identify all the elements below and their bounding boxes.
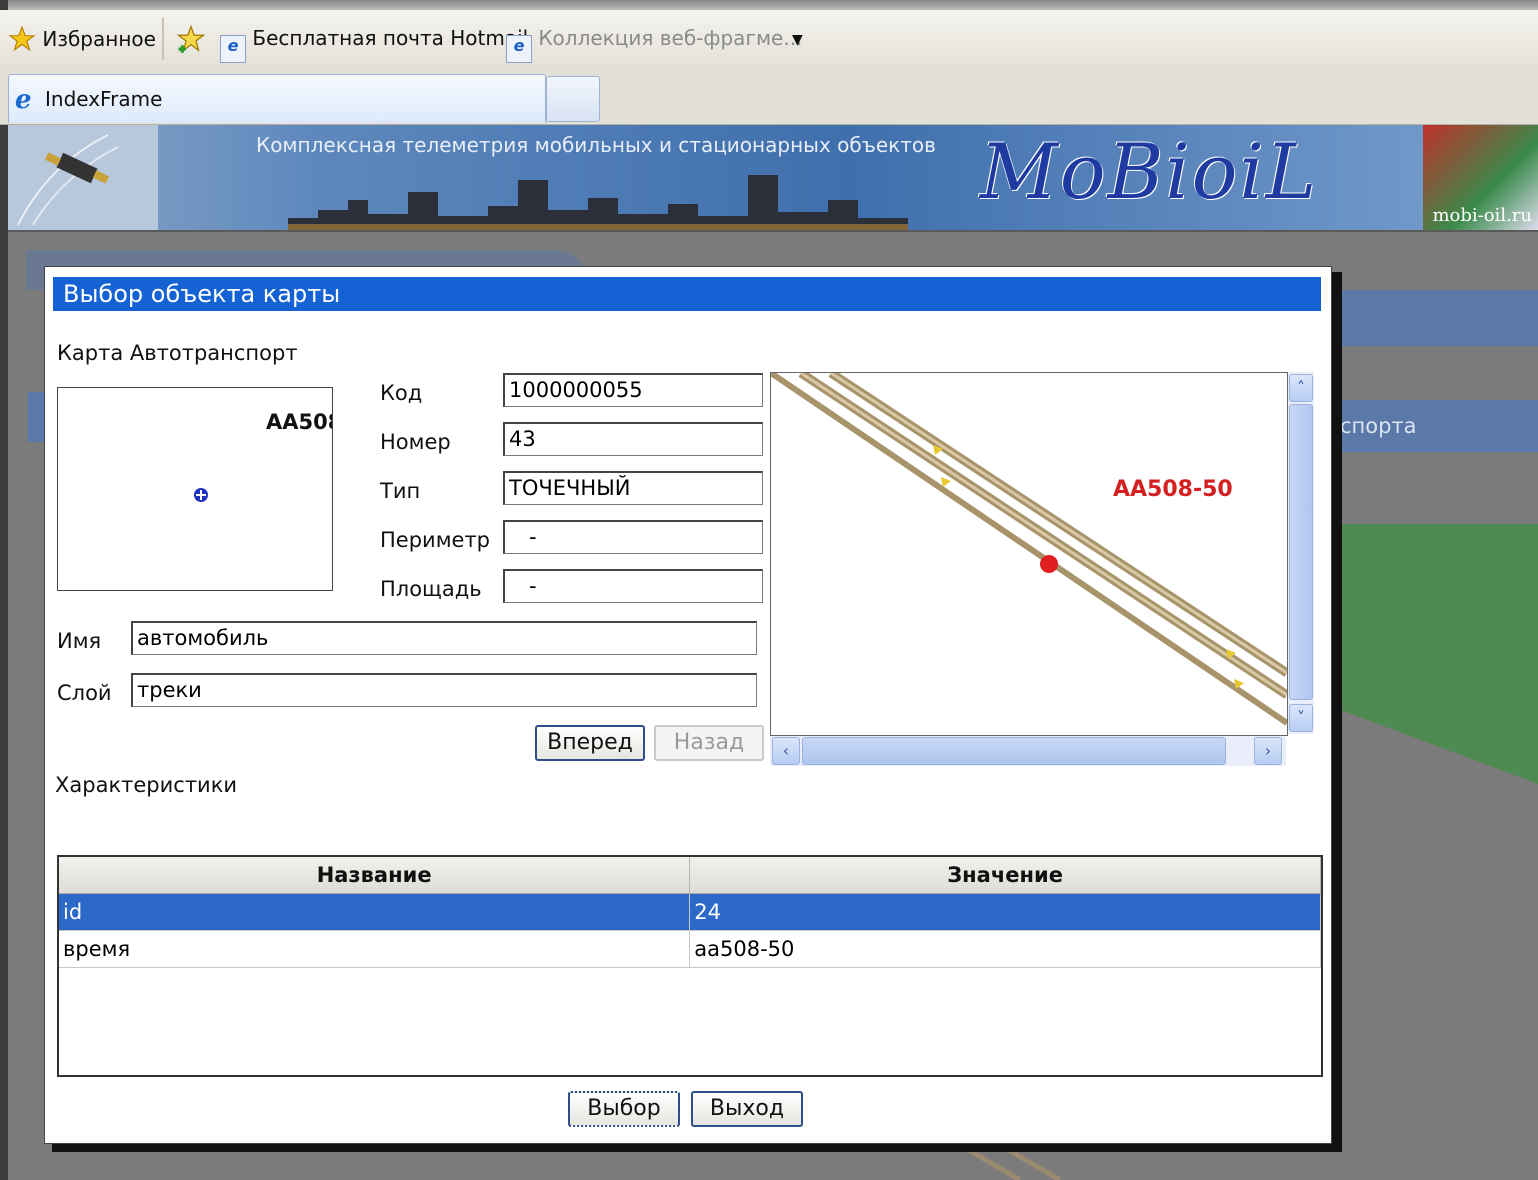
banner-subtitle: Комплексная телеметрия мобильных и стаци… <box>256 133 936 157</box>
perimeter-label: Периметр <box>380 528 491 552</box>
favorites-bar: Избранное e Бесплатная почта Hotmail e К… <box>0 10 1538 72</box>
select-button[interactable]: Выбор <box>568 1091 680 1127</box>
favorite-link-collection[interactable]: e Коллекция веб-фрагме... <box>506 26 802 63</box>
table-row[interactable]: id 24 <box>59 893 1321 931</box>
favorite-link-label: Бесплатная почта Hotmail <box>252 26 529 50</box>
code-field[interactable]: 1000000055 <box>503 373 763 407</box>
cell-value: аа508-50 <box>689 930 1321 968</box>
background-panel <box>1330 290 1538 346</box>
favorite-link-label: Коллекция веб-фрагме... <box>538 26 803 50</box>
background-text: спорта <box>1340 414 1417 438</box>
name-label: Имя <box>57 629 102 653</box>
area-label: Площадь <box>380 577 482 601</box>
characteristics-label: Характеристики <box>55 773 238 797</box>
area-field[interactable]: - <box>503 569 763 603</box>
map-name-label: Карта Автотранспорт <box>57 341 298 365</box>
preview-object-label: АА508 <box>266 410 332 434</box>
scroll-left-icon[interactable]: ‹ <box>772 737 800 765</box>
satellite-icon <box>8 125 158 230</box>
number-field[interactable]: 43 <box>503 422 763 456</box>
toolbar-separator <box>162 18 164 60</box>
select-map-object-dialog: Выбор объекта карты Карта Автотранспорт … <box>44 266 1332 1144</box>
chevron-down-icon[interactable]: ▼ <box>792 32 803 48</box>
map-horizontal-scrollbar[interactable]: ‹ › <box>770 736 1286 766</box>
add-favorite-icon[interactable] <box>175 24 207 59</box>
table-row[interactable]: время аа508-50 <box>59 930 1321 968</box>
cell-value: 24 <box>689 893 1321 931</box>
map-view[interactable]: АА508-50 <box>770 372 1288 736</box>
name-field[interactable]: автомобиль <box>131 621 757 655</box>
type-field[interactable]: ТОЧЕЧНЫЙ <box>503 471 763 505</box>
vehicle-marker[interactable] <box>1037 552 1061 576</box>
scroll-down-icon[interactable]: ˅ <box>1289 704 1313 732</box>
type-label: Тип <box>380 479 421 503</box>
favorite-link-hotmail[interactable]: e Бесплатная почта Hotmail <box>220 26 528 63</box>
new-tab-button[interactable] <box>546 76 600 122</box>
object-preview: АА508 <box>57 387 333 591</box>
ie-page-icon: e <box>506 35 532 63</box>
scroll-up-icon[interactable]: ˄ <box>1289 374 1313 402</box>
tab-bar: e IndexFrame <box>0 72 1538 125</box>
cell-name: время <box>59 930 691 968</box>
tab-label: IndexFrame <box>45 87 163 111</box>
back-button[interactable]: Назад <box>654 725 764 761</box>
window-top-strip <box>0 0 1538 10</box>
site-url: mobi-oil.ru <box>1432 205 1532 226</box>
number-label: Номер <box>380 430 451 454</box>
forward-button[interactable]: Вперед <box>535 725 645 761</box>
column-header-name[interactable]: Название <box>59 857 691 894</box>
layer-field[interactable]: треки <box>131 673 757 707</box>
cell-name: id <box>59 893 691 931</box>
city-skyline <box>288 175 908 230</box>
star-icon <box>8 25 36 52</box>
map-vertical-scrollbar[interactable]: ˄ ˅ <box>1288 372 1314 734</box>
column-header-value[interactable]: Значение <box>689 857 1321 894</box>
scroll-thumb[interactable] <box>802 737 1226 765</box>
exit-button[interactable]: Выход <box>691 1091 803 1127</box>
ie-logo-icon: e <box>15 85 32 115</box>
vehicle-marker-icon <box>194 488 208 502</box>
favorites-button[interactable]: Избранное <box>8 25 156 52</box>
scroll-thumb[interactable] <box>1289 404 1313 700</box>
map-roads <box>771 373 1287 726</box>
dialog-title: Выбор объекта карты <box>53 277 1321 311</box>
site-banner: Комплексная телеметрия мобильных и стаци… <box>8 125 1538 230</box>
characteristics-table: Название Значение id 24 время аа508-50 <box>57 855 1323 1077</box>
window-frame-left <box>0 0 8 1180</box>
tab-indexframe[interactable]: e IndexFrame <box>8 74 546 123</box>
mobioil-logo: MoBioiL <box>980 127 1319 216</box>
scroll-right-icon[interactable]: › <box>1254 737 1282 765</box>
perimeter-field[interactable]: - <box>503 520 763 554</box>
map-object-label: АА508-50 <box>1113 477 1233 502</box>
ie-page-icon: e <box>220 35 246 63</box>
favorites-label: Избранное <box>42 27 156 51</box>
code-label: Код <box>380 381 423 405</box>
layer-label: Слой <box>57 681 112 705</box>
